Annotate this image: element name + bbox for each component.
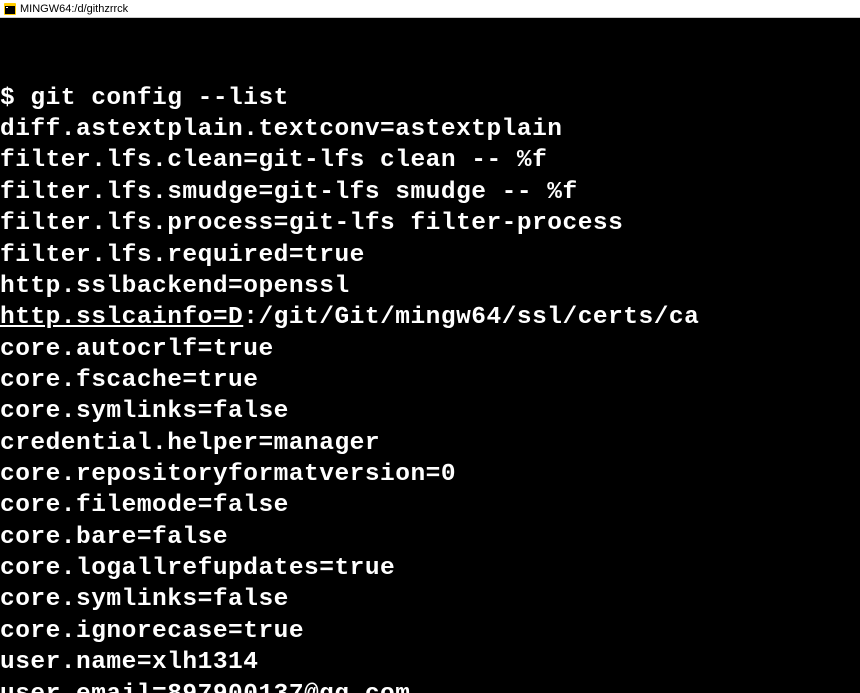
title-bar-text: MINGW64:/d/githzrrck <box>20 3 128 15</box>
output-line: filter.lfs.required=true <box>0 240 860 271</box>
output-line: core.repositoryformatversion=0 <box>0 459 860 490</box>
output-line: core.bare=false <box>0 522 860 553</box>
output-line: core.symlinks=false <box>0 396 860 427</box>
output-line: user.name=xlh1314 <box>0 647 860 678</box>
output-line: http.sslcainfo=D:/git/Git/mingw64/ssl/ce… <box>0 302 860 333</box>
prompt-symbol: $ <box>0 85 30 112</box>
terminal-output[interactable]: $ git config --listdiff.astextplain.text… <box>0 18 860 693</box>
output-line: filter.lfs.process=git-lfs filter-proces… <box>0 208 860 239</box>
output-line: core.filemode=false <box>0 490 860 521</box>
command-line: $ git config --list <box>0 83 860 114</box>
output-line: diff.astextplain.textconv=astextplain <box>0 114 860 145</box>
output-line: core.fscache=true <box>0 365 860 396</box>
title-bar[interactable]: MINGW64:/d/githzrrck <box>0 0 860 18</box>
output-line: filter.lfs.smudge=git-lfs smudge -- %f <box>0 177 860 208</box>
output-line: user.email=897900137@qq.com <box>0 679 860 693</box>
output-line-rest: :/git/Git/mingw64/ssl/certs/ca <box>243 304 699 331</box>
output-line: core.ignorecase=true <box>0 616 860 647</box>
output-line: filter.lfs.clean=git-lfs clean -- %f <box>0 145 860 176</box>
underlined-link[interactable]: http.sslcainfo=D <box>0 304 243 331</box>
output-line: core.symlinks=false <box>0 584 860 615</box>
output-line: http.sslbackend=openssl <box>0 271 860 302</box>
terminal-window: MINGW64:/d/githzrrck $ git config --list… <box>0 0 860 693</box>
terminal-icon <box>4 3 16 15</box>
command-text: git config --list <box>30 85 288 112</box>
output-line: credential.helper=manager <box>0 428 860 459</box>
output-line: core.logallrefupdates=true <box>0 553 860 584</box>
output-line: core.autocrlf=true <box>0 334 860 365</box>
